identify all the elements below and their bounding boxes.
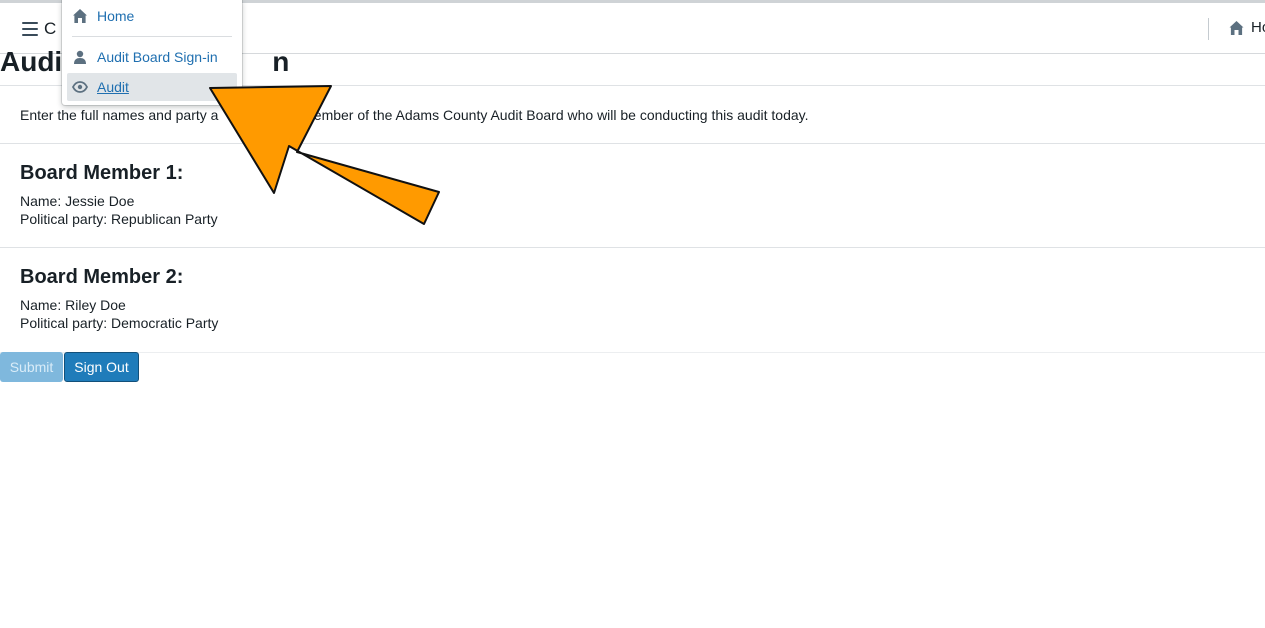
menu-item-audit-board-sign-in[interactable]: Audit Board Sign-in (67, 43, 237, 71)
navbar-home-link[interactable]: Ho (1228, 19, 1265, 36)
section-divider (0, 352, 1265, 353)
menu-divider (72, 36, 232, 37)
menu-icon[interactable] (22, 22, 38, 36)
board-member-heading: Board Member 2: (20, 266, 184, 288)
navbar-divider (1208, 18, 1209, 40)
instructions-text-start: Enter the full names and party a (20, 107, 219, 123)
eye-icon (72, 81, 94, 93)
menu-item-label: Audit (97, 79, 129, 95)
page-title-start: Audi (0, 46, 63, 77)
menu-item-label: Audit Board Sign-in (97, 49, 218, 65)
sign-out-button[interactable]: Sign Out (64, 352, 139, 382)
navbar-title[interactable]: C (44, 19, 56, 39)
board-member-party: Political party: Republican Party (20, 211, 218, 227)
home-icon (1229, 20, 1244, 35)
board-member-card: Board Member 1: Name: Jessie Doe Politic… (0, 143, 1265, 248)
user-icon (72, 49, 94, 65)
menu-item-home[interactable]: Home (67, 2, 237, 30)
board-member-card: Board Member 2: Name: Riley Doe Politica… (0, 247, 1265, 353)
menu-item-label: Home (97, 8, 135, 24)
home-icon (72, 8, 94, 24)
board-member-name: Name: Jessie Doe (20, 193, 135, 209)
board-member-name: Name: Riley Doe (20, 297, 126, 313)
navbar-home-label: Ho (1251, 19, 1265, 36)
page-title-end: n (272, 46, 290, 77)
board-member-heading: Board Member 1: (20, 162, 184, 184)
submit-button[interactable]: Submit (0, 352, 63, 382)
board-member-party: Political party: Democratic Party (20, 315, 219, 331)
annotation-arrow-icon (209, 85, 440, 225)
